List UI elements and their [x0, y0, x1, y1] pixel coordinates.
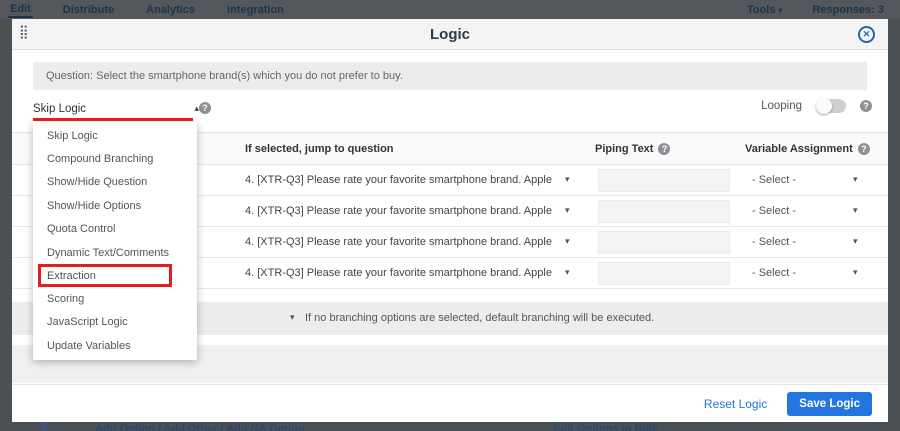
help-icon[interactable]: ? [658, 143, 670, 155]
help-icon[interactable]: ? [199, 102, 211, 114]
chevron-down-icon[interactable]: ▾ [853, 174, 858, 185]
logic-type-value: Skip Logic [33, 103, 86, 115]
menu-item-compound-branching[interactable]: Compound Branching [33, 147, 197, 170]
chevron-down-icon[interactable]: ▾ [565, 174, 570, 185]
looping-control: Looping ? [761, 99, 872, 113]
toggle-knob [816, 98, 832, 114]
menu-item-dynamic-text-comments[interactable]: Dynamic Text/Comments [33, 241, 197, 264]
top-nav-menu: Edit Distribute Analytics Integration [0, 2, 286, 18]
chevron-down-icon[interactable]: ▾ [853, 267, 858, 278]
piping-text-input[interactable] [598, 231, 730, 254]
modal-header: ⣿ Logic ✕ [12, 19, 888, 50]
variable-assignment-select[interactable]: - Select - [752, 205, 796, 217]
help-icon[interactable]: ? [858, 143, 870, 155]
background-page-strip: Add Option / Add Other / Add NA Option E… [0, 422, 900, 431]
add-option-links[interactable]: Add Option / Add Other / Add NA Option [95, 423, 305, 431]
edit-options-bulk-link[interactable]: Edit Options in Bulk [553, 423, 658, 431]
variable-assignment-select[interactable]: - Select - [752, 236, 796, 248]
menu-item-show-hide-options[interactable]: Show/Hide Options [33, 194, 197, 217]
top-navbar: Edit Distribute Analytics Integration To… [0, 0, 900, 19]
red-highlight-underline [33, 118, 193, 121]
logic-modal: ⣿ Logic ✕ Question: Select the smartphon… [12, 19, 888, 422]
menu-item-quota-control[interactable]: Quota Control [33, 218, 197, 241]
responses-count[interactable]: Responses: 3 [810, 3, 886, 17]
nav-tab-integration[interactable]: Integration [225, 3, 286, 17]
nav-tab-edit[interactable]: Edit [8, 2, 33, 18]
chevron-down-icon[interactable]: ▾ [565, 267, 570, 278]
logic-type-dropdown-menu: Skip Logic Compound Branching Show/Hide … [33, 122, 197, 360]
reset-logic-link[interactable]: Reset Logic [704, 397, 767, 411]
column-header-variable: Variable Assignment ? [745, 143, 870, 155]
logic-type-select[interactable]: Skip Logic ▴ [33, 99, 205, 118]
jump-question-select[interactable]: 4. [XTR-Q3] Please rate your favorite sm… [245, 205, 552, 217]
menu-item-show-hide-question[interactable]: Show/Hide Question [33, 171, 197, 194]
default-branching-note: If no branching options are selected, de… [305, 312, 654, 324]
modal-title: Logic [12, 26, 888, 43]
question-banner: Question: Select the smartphone brand(s)… [33, 62, 867, 90]
menu-item-skip-logic[interactable]: Skip Logic [33, 124, 197, 147]
column-header-jump: If selected, jump to question [245, 143, 394, 155]
menu-item-extraction[interactable]: Extraction [38, 264, 172, 287]
nav-tab-analytics[interactable]: Analytics [144, 3, 197, 17]
variable-assignment-select[interactable]: - Select - [752, 267, 796, 279]
nav-tab-distribute[interactable]: Distribute [61, 3, 116, 17]
chevron-down-icon[interactable]: ▾ [565, 205, 570, 216]
jump-question-select[interactable]: 4. [XTR-Q3] Please rate your favorite sm… [245, 267, 552, 279]
chevron-down-icon[interactable]: ▾ [290, 312, 295, 323]
close-icon[interactable]: ✕ [858, 26, 875, 43]
piping-text-input[interactable] [598, 169, 730, 192]
jump-question-select[interactable]: 4. [XTR-Q3] Please rate your favorite sm… [245, 236, 552, 248]
drag-handle-icon[interactable]: ⣿ [19, 24, 27, 40]
help-icon[interactable]: ? [860, 100, 872, 112]
tools-menu[interactable]: Tools▾ [745, 3, 785, 17]
chevron-down-icon[interactable]: ▾ [853, 236, 858, 247]
chevron-down-icon[interactable]: ▾ [853, 205, 858, 216]
column-header-piping: Piping Text ? [595, 143, 670, 155]
looping-toggle[interactable] [816, 99, 846, 113]
chevron-down-icon: ▾ [778, 6, 782, 15]
modal-footer: Reset Logic Save Logic [12, 384, 888, 422]
chevron-down-icon[interactable]: ▾ [565, 236, 570, 247]
menu-item-update-variables[interactable]: Update Variables [33, 334, 197, 357]
menu-item-scoring[interactable]: Scoring [33, 287, 197, 310]
menu-item-javascript-logic[interactable]: JavaScript Logic [33, 311, 197, 334]
variable-assignment-select[interactable]: - Select - [752, 174, 796, 186]
piping-text-input[interactable] [598, 262, 730, 285]
top-nav-right: Tools▾ Responses: 3 [745, 3, 900, 17]
question-selection-bar [43, 422, 46, 431]
save-logic-button[interactable]: Save Logic [787, 392, 872, 416]
piping-text-input[interactable] [598, 200, 730, 223]
looping-label: Looping [761, 100, 802, 112]
jump-question-select[interactable]: 4. [XTR-Q3] Please rate your favorite sm… [245, 174, 552, 186]
